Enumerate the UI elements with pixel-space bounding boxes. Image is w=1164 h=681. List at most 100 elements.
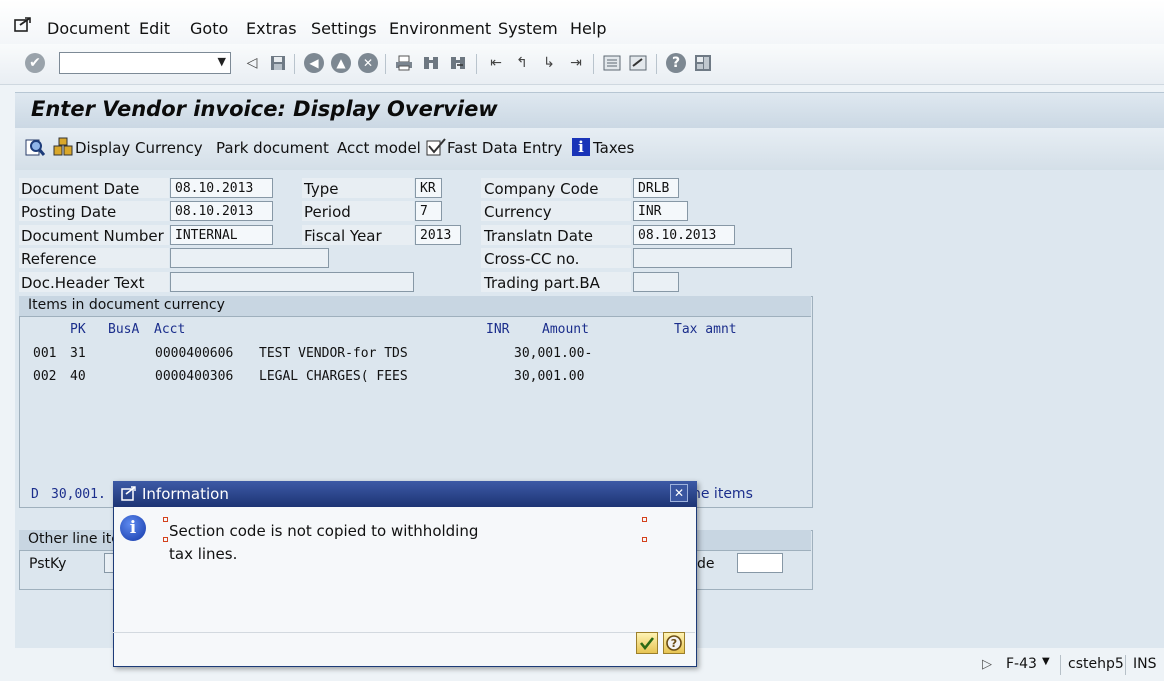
col-currency-header: INR (486, 322, 510, 337)
type-label: Type (304, 180, 339, 198)
next-page-icon[interactable]: ↳ (539, 53, 559, 73)
col-busa-header: BusA (108, 322, 140, 337)
reference-label: Reference (21, 250, 97, 268)
trading-part-field[interactable] (633, 272, 679, 292)
save-icon[interactable] (268, 53, 288, 73)
print-icon[interactable] (394, 53, 414, 73)
document-overview-icon[interactable] (25, 137, 46, 157)
help-button[interactable]: ? (663, 632, 685, 654)
new-session-icon[interactable] (602, 53, 622, 73)
table-row-amount[interactable]: 30,001.00 (514, 369, 584, 384)
table-row-no[interactable]: 002 (33, 369, 56, 384)
translatn-date-label: Translatn Date (484, 227, 594, 245)
translatn-date-field[interactable]: 08.10.2013 (633, 225, 735, 245)
table-row-pk[interactable]: 40 (70, 369, 86, 384)
info-icon: i (572, 138, 590, 156)
enter-icon[interactable]: ✔ (25, 53, 45, 73)
table-row-text[interactable]: TEST VENDOR-for TDS (259, 346, 408, 361)
table-row-amount[interactable]: 30,001.00- (514, 346, 592, 361)
status-expand-icon[interactable]: ▷ (982, 657, 992, 672)
period-field[interactable]: 7 (415, 201, 442, 221)
type-field[interactable]: KR (415, 178, 442, 198)
status-separator (1060, 655, 1061, 675)
back-nav-icon[interactable]: ◀ (304, 53, 324, 73)
exit-icon[interactable]: ▲ (331, 53, 351, 73)
company-code-label: Company Code (484, 180, 599, 198)
selection-marker (163, 537, 168, 542)
doc-header-text-field[interactable] (170, 272, 414, 292)
status-server: cstehp5 (1068, 656, 1124, 672)
display-currency-button[interactable]: Display Currency (75, 139, 203, 157)
document-number-field[interactable]: INTERNAL (170, 225, 273, 245)
fast-entry-icon (426, 137, 446, 157)
menu-edit[interactable]: Edit (139, 19, 170, 38)
posting-date-field[interactable]: 08.10.2013 (170, 201, 273, 221)
shortcut-icon[interactable] (628, 53, 648, 73)
trading-part-label: Trading part.BA (484, 274, 600, 292)
help-icon[interactable]: ? (666, 53, 686, 73)
cross-cc-field[interactable] (633, 248, 792, 268)
currency-icon (53, 137, 73, 157)
items-group-title: Items in document currency (28, 297, 225, 313)
toolbar-separator (593, 54, 594, 74)
more-items-link[interactable]: ne items (692, 486, 753, 502)
park-document-button[interactable]: Park document (216, 139, 329, 157)
chevron-down-icon[interactable]: ▼ (218, 55, 226, 68)
table-row-acct[interactable]: 0000400606 (155, 346, 233, 361)
close-icon[interactable]: ✕ (670, 484, 688, 502)
currency-field[interactable]: INR (633, 201, 688, 221)
prev-page-icon[interactable]: ↰ (512, 53, 532, 73)
selection-marker (642, 537, 647, 542)
selection-marker (642, 517, 647, 522)
cancel-icon[interactable]: ✕ (358, 53, 378, 73)
last-page-icon[interactable]: ⇥ (566, 53, 586, 73)
menu-document[interactable]: Document (47, 19, 130, 38)
confirm-button[interactable] (636, 632, 658, 654)
layout-icon[interactable] (693, 53, 713, 73)
status-mode: INS (1133, 656, 1157, 672)
menu-help[interactable]: Help (570, 19, 606, 38)
period-label: Period (304, 203, 351, 221)
table-row-pk[interactable]: 31 (70, 346, 86, 361)
acct-model-button[interactable]: Acct model (337, 139, 421, 157)
document-number-label: Document Number (21, 227, 164, 245)
svg-text:?: ? (671, 637, 677, 650)
status-separator (1125, 655, 1126, 675)
back-icon[interactable]: ◁ (242, 53, 262, 73)
taxes-button[interactable]: Taxes (593, 139, 634, 157)
table-row-acct[interactable]: 0000400306 (155, 369, 233, 384)
status-transaction: F-43 (1006, 656, 1037, 672)
fiscal-year-label: Fiscal Year (304, 227, 382, 245)
menu-settings[interactable]: Settings (311, 19, 377, 38)
dialog-title: Information (142, 485, 229, 503)
first-page-icon[interactable]: ⇤ (486, 53, 506, 73)
total-prefix: D (31, 487, 39, 502)
menu-system[interactable]: System (498, 19, 558, 38)
document-date-field[interactable]: 08.10.2013 (170, 178, 273, 198)
find-icon[interactable] (421, 53, 441, 73)
session-menu-icon[interactable] (14, 17, 32, 33)
fast-data-entry-button[interactable]: Fast Data Entry (447, 139, 562, 157)
col-amount-header: Amount (542, 322, 589, 337)
document-date-label: Document Date (21, 180, 140, 198)
menu-goto[interactable]: Goto (190, 19, 228, 38)
dialog-window-icon (121, 486, 137, 501)
doc-header-text-label: Doc.Header Text (21, 274, 145, 292)
toolbar-separator (294, 54, 295, 74)
currency-label: Currency (484, 203, 552, 221)
other-line-de-field[interactable] (737, 553, 783, 573)
selection-marker (163, 517, 168, 522)
command-field[interactable]: ▼ (59, 52, 231, 74)
col-acct-header: Acct (154, 322, 186, 337)
table-row-text[interactable]: LEGAL CHARGES( FEES (259, 369, 408, 384)
other-line-item-title: Other line ite (28, 531, 120, 547)
company-code-field[interactable]: DRLB (633, 178, 679, 198)
find-next-icon[interactable] (448, 53, 468, 73)
menu-environment[interactable]: Environment (389, 19, 491, 38)
table-row-no[interactable]: 001 (33, 346, 56, 361)
fiscal-year-field[interactable]: 2013 (415, 225, 461, 245)
reference-field[interactable] (170, 248, 329, 268)
menu-extras[interactable]: Extras (246, 19, 297, 38)
chevron-down-icon[interactable]: ▼ (1042, 656, 1050, 667)
toolbar-separator (656, 54, 657, 74)
